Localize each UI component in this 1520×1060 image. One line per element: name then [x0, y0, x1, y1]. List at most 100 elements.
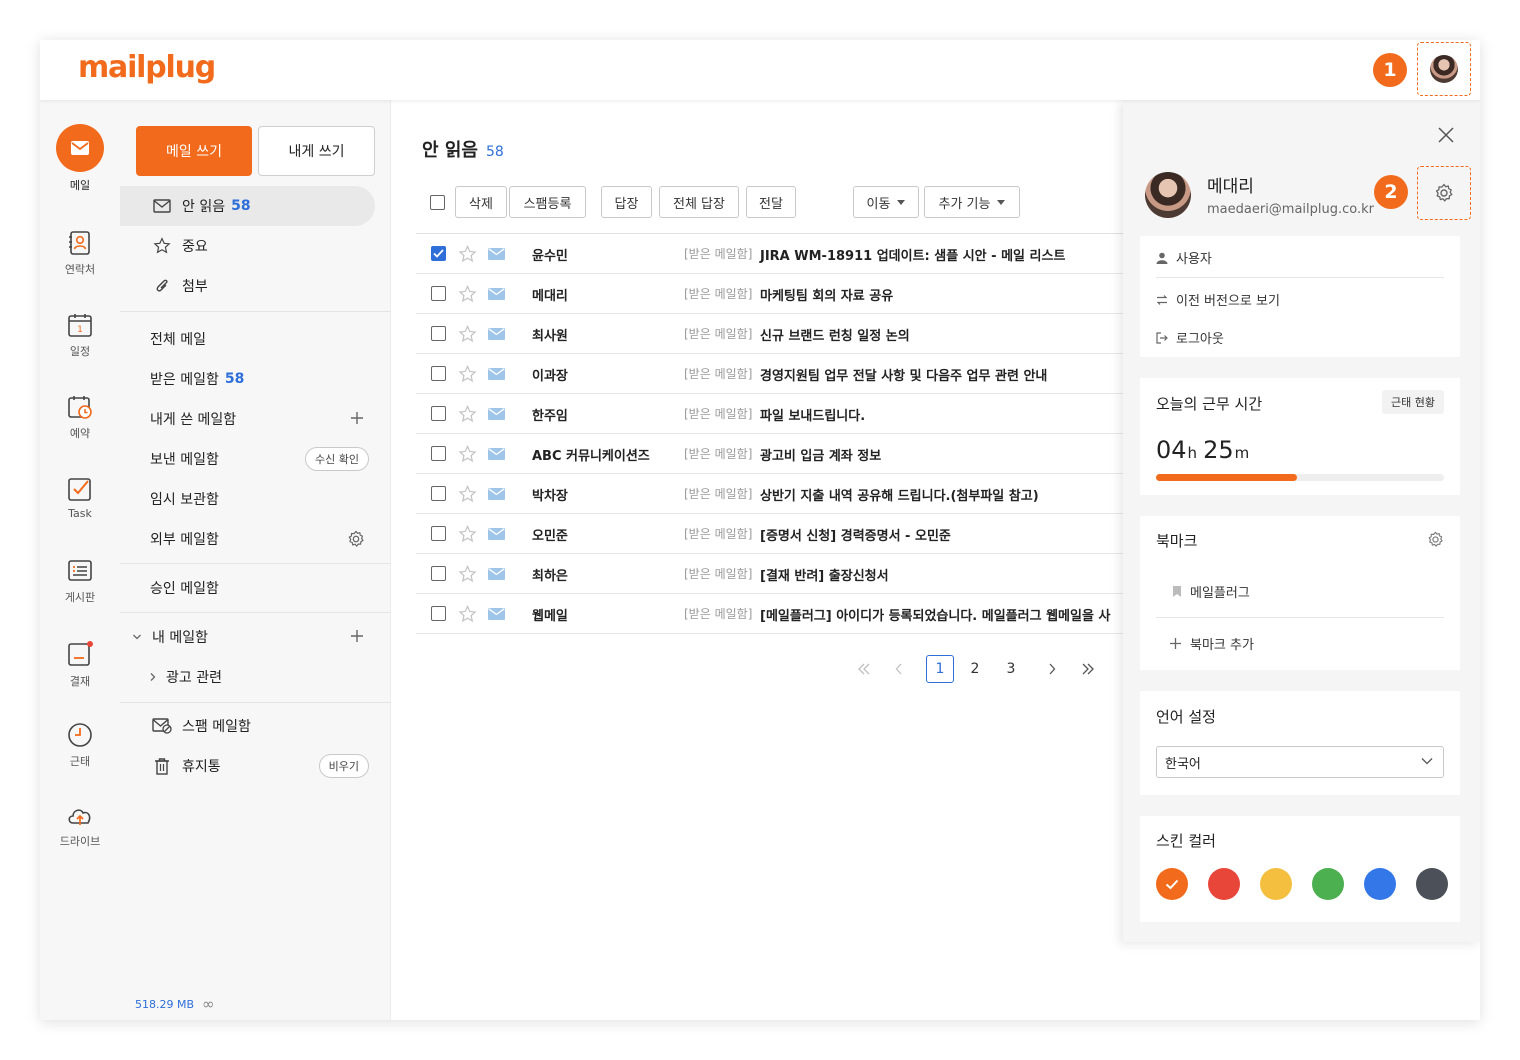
folder-external[interactable]: 외부 메일함 [120, 519, 391, 559]
compose-button[interactable]: 메일 쓰기 [136, 126, 252, 176]
select-all-checkbox[interactable] [430, 195, 445, 210]
row-checkbox[interactable] [431, 446, 446, 461]
reply-button[interactable]: 답장 [601, 186, 652, 218]
rail-item-approval[interactable]: 결재 [40, 640, 120, 689]
chevron-down-icon[interactable] [132, 632, 142, 642]
rail-item-drive[interactable]: 드라이브 [40, 804, 120, 849]
menu-label: 사용자 [1176, 252, 1212, 267]
star-icon[interactable] [458, 245, 477, 263]
unread-envelope-icon [488, 248, 505, 260]
skin-swatch[interactable] [1416, 868, 1448, 900]
delete-button[interactable]: 삭제 [455, 186, 507, 218]
star-icon[interactable] [458, 565, 477, 583]
menu-user[interactable]: 사용자 [1156, 248, 1212, 267]
divider [120, 702, 391, 703]
plus-icon[interactable] [349, 628, 365, 644]
first-page-icon[interactable] [850, 655, 878, 683]
profile-settings-button[interactable] [1417, 166, 1471, 220]
rail-item-task[interactable]: Task [40, 476, 120, 520]
reply-all-button[interactable]: 전체 답장 [659, 186, 739, 218]
callout-badge-1: 1 [1373, 53, 1407, 87]
rail-item-board[interactable]: 게시판 [40, 558, 120, 605]
menu-previous-version[interactable]: 이전 버전으로 보기 [1156, 290, 1280, 309]
move-dropdown[interactable]: 이동 [853, 186, 919, 218]
chevron-down-icon [1421, 757, 1433, 765]
star-icon[interactable] [458, 605, 477, 623]
read-receipt-button[interactable]: 수신 확인 [305, 447, 369, 471]
storage-usage: 518.29 MB ∞ [135, 995, 215, 1013]
page-2[interactable]: 2 [961, 655, 989, 683]
star-icon[interactable] [458, 445, 477, 463]
folder-inbox[interactable]: 받은 메일함 58 [120, 359, 391, 399]
page-1[interactable]: 1 [926, 655, 954, 683]
folder-spam[interactable]: 스팸 메일함 [120, 706, 391, 746]
attendance-status-button[interactable]: 근태 현황 [1382, 390, 1444, 414]
spam-register-button[interactable]: 스팸등록 [509, 186, 586, 218]
close-icon[interactable] [1437, 126, 1455, 144]
folder-attachments[interactable]: 첨부 [120, 266, 391, 306]
gear-icon[interactable] [1427, 531, 1444, 548]
rail-item-attendance[interactable]: 근태 [40, 722, 120, 769]
star-icon[interactable] [458, 285, 477, 303]
row-checkbox[interactable] [431, 606, 446, 621]
folder-sent[interactable]: 보낸 메일함 수신 확인 [120, 439, 391, 479]
star-icon[interactable] [458, 485, 477, 503]
language-select[interactable]: 한국어 [1156, 746, 1444, 778]
folder-ad[interactable]: 광고 관련 [120, 657, 391, 697]
gear-icon[interactable] [347, 530, 365, 548]
divider [1156, 617, 1444, 618]
row-subject: 경영지원팀 업무 전달 사항 및 다음주 업무 관련 안내 [760, 369, 1048, 384]
more-actions-dropdown[interactable]: 추가 기능 [924, 186, 1020, 218]
next-page-icon[interactable] [1038, 655, 1066, 683]
chevron-right-icon[interactable] [148, 672, 158, 682]
write-to-self-button[interactable]: 내게 쓰기 [258, 126, 375, 176]
plus-icon [1169, 637, 1182, 650]
skin-swatch[interactable] [1312, 868, 1344, 900]
row-checkbox[interactable] [431, 566, 446, 581]
folder-unread[interactable]: 안 읽음 58 [120, 186, 375, 226]
skin-swatch[interactable] [1208, 868, 1240, 900]
forward-button[interactable]: 전달 [746, 186, 796, 218]
empty-trash-button[interactable]: 비우기 [318, 754, 369, 778]
profile-button[interactable] [1417, 42, 1471, 96]
row-checkbox[interactable] [431, 526, 446, 541]
row-checkbox[interactable] [431, 406, 446, 421]
mailplug-logo[interactable]: mailplug [78, 50, 216, 85]
divider [120, 563, 391, 564]
folder-drafts[interactable]: 임시 보관함 [120, 479, 391, 519]
skin-swatch[interactable] [1156, 868, 1188, 900]
rail-item-reservation[interactable]: 예약 [40, 394, 120, 441]
prev-page-icon[interactable] [885, 655, 913, 683]
bookmark-item[interactable]: 메일플러그 [1172, 582, 1250, 601]
star-icon[interactable] [458, 365, 477, 383]
rail-item-calendar[interactable]: 1 일정 [40, 312, 120, 359]
menu-logout[interactable]: 로그아웃 [1156, 328, 1224, 347]
skin-swatch[interactable] [1364, 868, 1396, 900]
folder-my-boxes[interactable]: 내 메일함 [120, 617, 391, 657]
folder-all[interactable]: 전체 메일 [120, 319, 391, 359]
check-icon [1165, 879, 1179, 889]
bookmark-label: 메일플러그 [1190, 586, 1250, 601]
row-checkbox[interactable] [431, 366, 446, 381]
rail-item-contacts[interactable]: 연락처 [40, 230, 120, 277]
row-checkbox[interactable] [431, 486, 446, 501]
add-bookmark-button[interactable]: 북마크 추가 [1169, 634, 1254, 653]
row-checkbox[interactable] [431, 246, 446, 261]
folder-trash[interactable]: 휴지통 비우기 [120, 746, 391, 786]
skin-swatch[interactable] [1260, 868, 1292, 900]
rail-item-mail[interactable]: 메일 [40, 124, 120, 193]
star-icon[interactable] [458, 525, 477, 543]
unread-count: 58 [231, 198, 251, 214]
row-checkbox[interactable] [431, 286, 446, 301]
star-icon[interactable] [458, 405, 477, 423]
last-page-icon[interactable] [1074, 655, 1102, 683]
user-avatar [1145, 172, 1191, 218]
plus-icon[interactable] [349, 410, 365, 426]
folder-approval[interactable]: 승인 메일함 [120, 568, 391, 608]
page-3[interactable]: 3 [997, 655, 1025, 683]
star-icon[interactable] [458, 325, 477, 343]
folder-important[interactable]: 중요 [120, 226, 391, 266]
row-checkbox[interactable] [431, 326, 446, 341]
storage-used: 518.29 MB [135, 997, 195, 1011]
folder-self[interactable]: 내게 쓴 메일함 [120, 399, 391, 439]
